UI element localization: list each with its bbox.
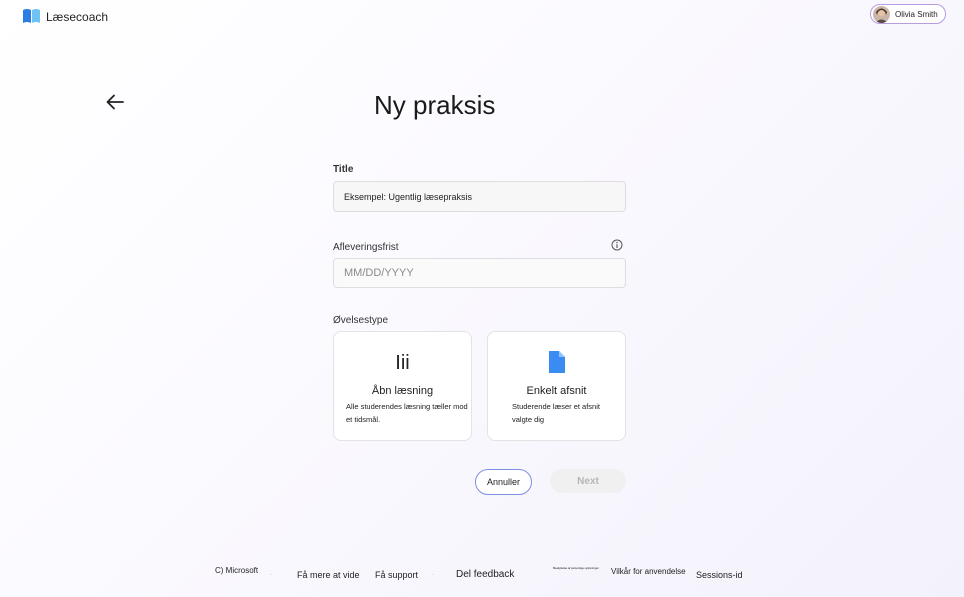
- document-icon: [488, 350, 625, 376]
- footer-terms-link[interactable]: Vilkår for anvendelse: [611, 567, 686, 576]
- footer-copyright: C) Microsoft: [215, 566, 259, 575]
- next-button[interactable]: Next: [550, 469, 626, 493]
- exercise-type-label: Øvelsestype: [333, 315, 389, 326]
- avatar: [873, 5, 890, 23]
- deadline-input[interactable]: [333, 258, 626, 288]
- exercise-card-single-section[interactable]: Enkelt afsnit Studerende læser et afsnit…: [487, 331, 626, 441]
- info-icon[interactable]: [611, 239, 623, 251]
- profile-button[interactable]: Olivia Smith: [870, 4, 946, 24]
- card-title: Enkelt afsnit: [526, 385, 587, 397]
- footer-feedback-link[interactable]: Del feedback: [456, 569, 514, 580]
- footer-session-id[interactable]: Sessions-id: [696, 570, 743, 580]
- page-title: Ny praksis: [374, 90, 496, 120]
- title-label: Title: [333, 164, 354, 175]
- exercise-card-open-reading[interactable]: Iii Åbn læsning Alle studerendes læsning…: [333, 331, 472, 441]
- card-title: Åbn læsning: [371, 385, 434, 397]
- footer-separator: ·: [432, 572, 434, 578]
- card-description: Alle studerendes læsning tæller mod et t…: [346, 402, 468, 424]
- back-arrow-icon[interactable]: [104, 92, 126, 112]
- footer-learn-more-link[interactable]: Få mere at vide: [297, 570, 360, 580]
- book-logo-icon: [23, 9, 40, 23]
- cancel-button[interactable]: Annuller: [475, 469, 532, 495]
- profile-name: Olivia Smith: [895, 9, 938, 19]
- footer-privacy-link[interactable]: Beskyttelse af personlige oplysninger: [553, 566, 599, 570]
- footer-support-link[interactable]: Få support: [375, 570, 418, 580]
- open-reading-icon: Iii: [334, 350, 471, 376]
- footer-separator: ·: [270, 572, 272, 578]
- deadline-label: Afleveringsfrist: [333, 242, 399, 253]
- app-name: Læsecoach: [46, 10, 109, 24]
- title-input[interactable]: [333, 181, 626, 212]
- open-reading-icon-text: Iii: [395, 352, 410, 374]
- card-description: Studerende læser et afsnit valgte dig: [512, 402, 600, 424]
